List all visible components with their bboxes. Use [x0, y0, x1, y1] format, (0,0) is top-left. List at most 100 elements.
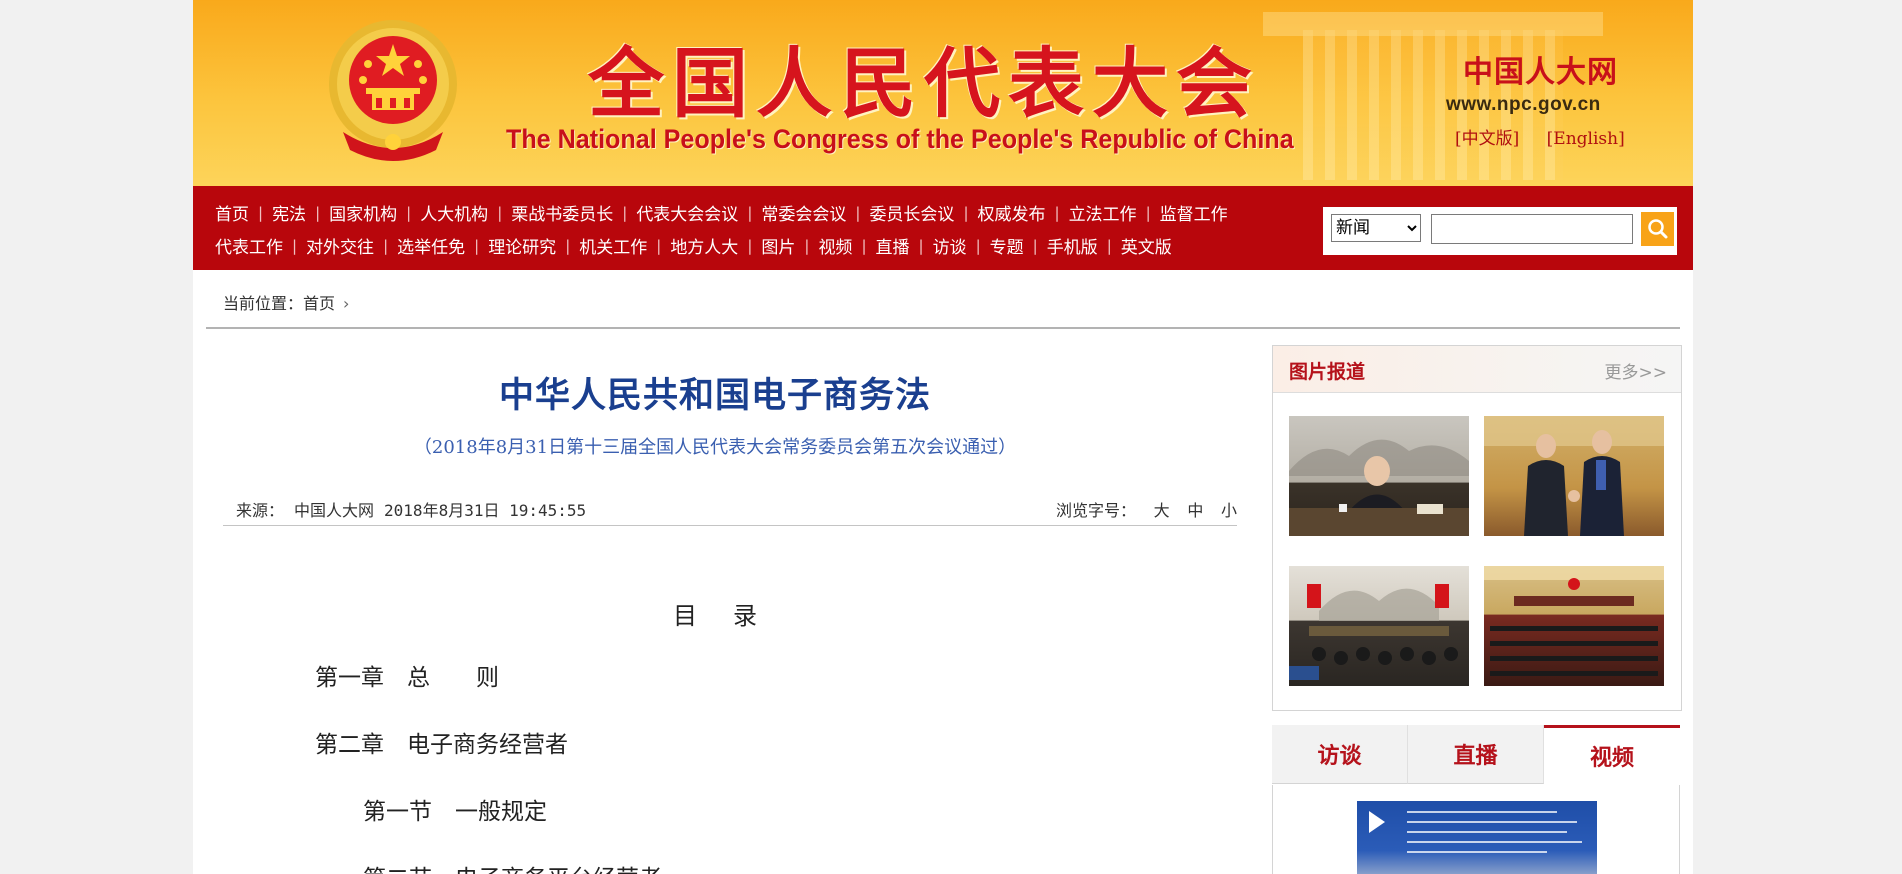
- article-meta: 来源： 中国人大网 2018年8月31日 19:45:55: [236, 497, 596, 521]
- font-size-small-button[interactable]: 小: [1221, 501, 1237, 520]
- search-button[interactable]: [1641, 212, 1674, 246]
- nav-separator: |: [975, 236, 981, 255]
- photo-conference-room[interactable]: [1289, 566, 1469, 686]
- video-thumbnail[interactable]: [1357, 801, 1597, 874]
- play-icon: [1369, 811, 1385, 833]
- site-title-chinese: 全国人民代表大会: [588, 39, 1260, 128]
- nav-separator: |: [747, 236, 753, 255]
- nav-separator: |: [292, 236, 298, 255]
- nav-item-row1-1[interactable]: 宪法: [272, 200, 306, 225]
- nav-separator: |: [1032, 236, 1038, 255]
- source-label: 来源：: [236, 501, 285, 520]
- nav-item-row1-0[interactable]: 首页: [215, 200, 249, 225]
- site-url: www.npc.gov.cn: [1446, 94, 1601, 115]
- nav-item-row2-1[interactable]: 对外交往: [306, 233, 374, 258]
- breadcrumb-home-link[interactable]: 首页: [303, 294, 335, 313]
- search-input[interactable]: [1431, 214, 1633, 244]
- search-icon: [1648, 219, 1668, 239]
- nav-item-row1-5[interactable]: 代表大会会议: [636, 200, 738, 225]
- nav-separator: |: [406, 203, 412, 222]
- tab-interview[interactable]: 访谈: [1272, 725, 1408, 784]
- nav-item-row1-7[interactable]: 委员长会议: [869, 200, 954, 225]
- nav-separator: |: [474, 236, 480, 255]
- nav-separator: |: [565, 236, 571, 255]
- search-category-select[interactable]: 新闻: [1331, 214, 1421, 242]
- nav-item-row1-4[interactable]: 栗战书委员长: [511, 200, 613, 225]
- nav-item-row1-10[interactable]: 监督工作: [1160, 200, 1228, 225]
- nav-item-row2-0[interactable]: 代表工作: [215, 233, 283, 258]
- chevron-right-icon: ›: [343, 294, 350, 313]
- nav-item-row2-6[interactable]: 图片: [761, 233, 795, 258]
- photo-handshake[interactable]: [1484, 416, 1664, 536]
- national-emblem-icon: [329, 20, 457, 161]
- nav-separator: |: [622, 203, 628, 222]
- meta-divider: [223, 525, 1237, 526]
- nav-item-row2-9[interactable]: 访谈: [933, 233, 967, 258]
- nav-item-row1-9[interactable]: 立法工作: [1069, 200, 1137, 225]
- publish-datetime: 2018年8月31日 19:45:55: [384, 501, 587, 520]
- toc-section-1: 第一节 一般规定: [363, 799, 547, 825]
- site-banner: 全国人民代表大会 The National People's Congress …: [193, 0, 1693, 186]
- nav-item-row2-10[interactable]: 专题: [990, 233, 1024, 258]
- breadcrumb-divider: [206, 327, 1680, 329]
- article-subtitle: （2018年8月31日第十三届全国人民代表大会常务委员会第五次会议通过）: [413, 437, 1017, 458]
- toc-section-2: 第二节 电子商务平台经营者: [363, 859, 662, 874]
- nav-item-row2-5[interactable]: 地方人大: [670, 233, 738, 258]
- breadcrumb: 当前位置：首页 ›: [223, 290, 349, 314]
- photo-reports-header: 图片报道 更多>>: [1273, 346, 1681, 393]
- nav-item-row1-8[interactable]: 权威发布: [978, 200, 1046, 225]
- toc-chapter-1: 第一章 总 则: [315, 665, 499, 691]
- lang-english-link[interactable]: [English]: [1547, 129, 1625, 149]
- nav-separator: |: [383, 236, 389, 255]
- article-title: 中华人民共和国电子商务法: [498, 375, 931, 416]
- nav-item-row2-4[interactable]: 机关工作: [579, 233, 647, 258]
- nav-separator: |: [258, 203, 264, 222]
- language-switch: [中文版] [English]: [1455, 124, 1647, 149]
- toc-heading: 目录: [673, 602, 793, 630]
- photo-assembly-hall[interactable]: [1484, 566, 1664, 686]
- nav-item-row1-6[interactable]: 常委会会议: [761, 200, 846, 225]
- photo-reports-more-link[interactable]: 更多>>: [1605, 358, 1668, 383]
- nav-row-2: 代表工作 | 对外交往 | 选举任免 | 理论研究 | 机关工作 | 地方人大 | 图片 | 视频 | 直播 | 访…: [215, 229, 1315, 262]
- font-size-label: 浏览字号：: [1056, 501, 1137, 520]
- search-box: 新闻: [1323, 207, 1677, 255]
- nav-item-row2-11[interactable]: 手机版: [1047, 233, 1098, 258]
- nav-separator: |: [861, 236, 867, 255]
- nav-item-row2-7[interactable]: 视频: [818, 233, 852, 258]
- source-value: 中国人大网: [294, 501, 375, 520]
- site-title-english: The National People's Congress of the Pe…: [506, 124, 1294, 154]
- nav-row-1: 首页 | 宪法 | 国家机构 | 人大机构 | 栗战书委员长 | 代表大会会议 | 常委会会议 | 委员长会…: [215, 196, 1315, 229]
- toc-chapter-2: 第二章 电子商务经营者: [315, 732, 568, 758]
- nav-separator: |: [497, 203, 503, 222]
- nav-separator: |: [963, 203, 969, 222]
- nav-separator: |: [1106, 236, 1112, 255]
- media-tabs-panel: 访谈 直播 视频: [1272, 725, 1680, 874]
- tab-live[interactable]: 直播: [1408, 725, 1544, 784]
- nav-item-row2-2[interactable]: 选举任免: [397, 233, 465, 258]
- nav-item-row2-8[interactable]: 直播: [876, 233, 910, 258]
- site-name-logo: 中国人大网: [1463, 55, 1618, 90]
- nav-separator: |: [855, 203, 861, 222]
- nav-separator: |: [918, 236, 924, 255]
- media-tabs: 访谈 直播 视频: [1272, 725, 1680, 785]
- font-size-medium-button[interactable]: 中: [1187, 501, 1203, 520]
- nav-item-row1-3[interactable]: 人大机构: [420, 200, 488, 225]
- nav-separator: |: [656, 236, 662, 255]
- breadcrumb-label: 当前位置：: [223, 294, 304, 313]
- nav-separator: |: [804, 236, 810, 255]
- main-nav: 首页 | 宪法 | 国家机构 | 人大机构 | 栗战书委员长 | 代表大会会议 | 常委会会议 | 委员长会…: [193, 186, 1693, 270]
- font-size-controls: 浏览字号： 大 中 小: [1056, 497, 1237, 521]
- nav-separator: |: [1145, 203, 1151, 222]
- font-size-large-button[interactable]: 大: [1154, 501, 1170, 520]
- nav-item-row2-12[interactable]: 英文版: [1121, 233, 1172, 258]
- lang-chinese-link[interactable]: [中文版]: [1455, 129, 1519, 149]
- photo-reports-panel: 图片报道 更多>>: [1272, 345, 1682, 711]
- nav-item-row2-3[interactable]: 理论研究: [488, 233, 556, 258]
- nav-separator: |: [1054, 203, 1060, 222]
- nav-item-row1-2[interactable]: 国家机构: [329, 200, 397, 225]
- tab-video[interactable]: 视频: [1544, 725, 1680, 784]
- nav-separator: |: [315, 203, 321, 222]
- video-box: [1272, 785, 1680, 874]
- photo-meeting-speech[interactable]: [1289, 416, 1469, 536]
- page: 全国人民代表大会 The National People's Congress …: [193, 0, 1693, 874]
